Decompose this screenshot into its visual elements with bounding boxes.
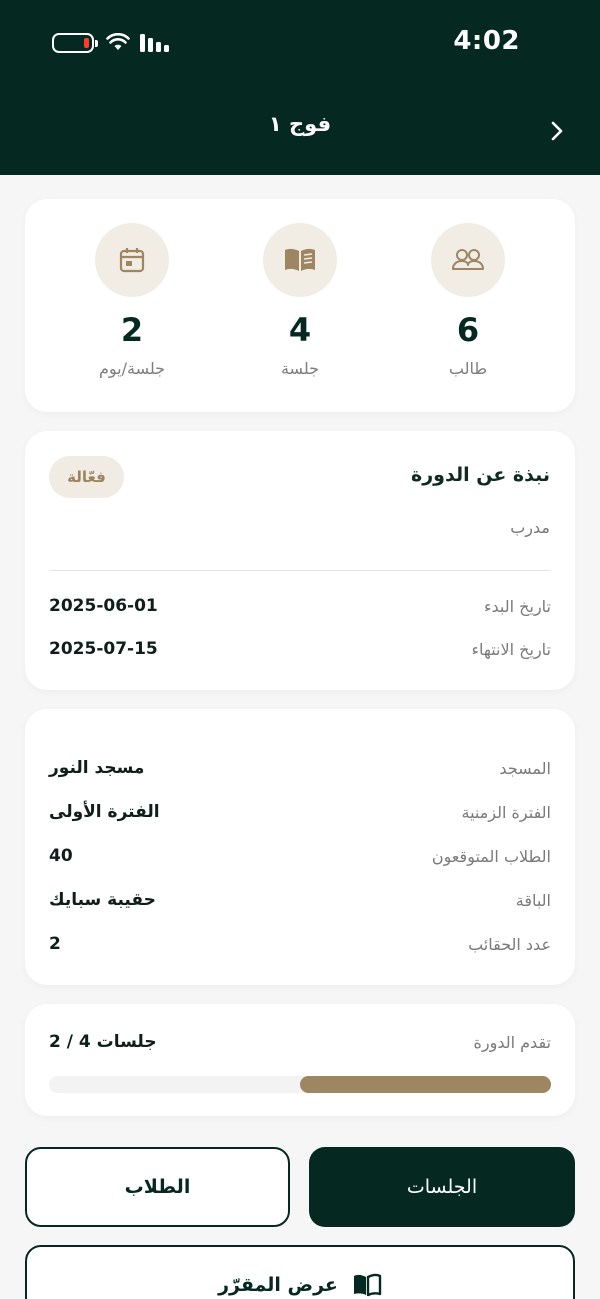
app-header: 4:02 فوج ١	[0, 0, 600, 175]
trainer-label: مدرب	[510, 518, 550, 537]
calendar-icon	[95, 223, 169, 297]
detail-value: الفترة الأولى	[49, 802, 160, 822]
detail-row-package: حقيبة سبايك الباقة	[49, 888, 551, 912]
curriculum-label: عرض المقرّر	[218, 1274, 338, 1296]
view-curriculum-button[interactable]: عرض المقرّر	[25, 1245, 575, 1299]
stat-value: 2	[120, 311, 144, 349]
sessions-button[interactable]: الجلسات	[309, 1147, 575, 1227]
stat-value: 6	[456, 311, 480, 349]
progress-header: 2 / 4 جلسات تقدم الدورة	[49, 1030, 551, 1054]
stat-value: 4	[288, 311, 312, 349]
stat-students: 6 طالب	[398, 223, 538, 378]
students-button[interactable]: الطلاب	[25, 1147, 290, 1227]
detail-row-expected-students: 40 الطلاب المتوقعون	[49, 844, 551, 868]
section-title: نبذة عن الدورة	[411, 464, 550, 486]
start-date-value: 2025-06-01	[49, 596, 158, 616]
stat-label: جلسة	[280, 359, 320, 378]
wifi-icon	[106, 33, 130, 50]
progress-fill	[300, 1076, 551, 1093]
detail-label: عدد الحقائب	[468, 934, 551, 954]
detail-row-mosque: مسجد النور المسجد	[49, 756, 551, 780]
details-card: مسجد النور المسجد الفترة الأولى الفترة ا…	[25, 709, 575, 985]
progress-card: 2 / 4 جلسات تقدم الدورة	[25, 1004, 575, 1116]
battery-level	[84, 38, 89, 48]
book-icon	[263, 223, 337, 297]
about-card: نبذة عن الدورة فعّالة مدرب 2025-06-01 تا…	[25, 431, 575, 690]
detail-row-period: الفترة الأولى الفترة الزمنية	[49, 800, 551, 824]
end-date-label: تاريخ الانتهاء	[471, 639, 551, 659]
stats-card: 6 طالب 4 جلسة 2 جلسة/يوم	[25, 199, 575, 412]
progress-bar	[49, 1076, 551, 1093]
progress-label: تقدم الدورة	[473, 1032, 552, 1052]
progress-value: 2 / 4 جلسات	[49, 1032, 157, 1052]
stat-label: جلسة/يوم	[98, 359, 166, 378]
end-date-row: 2025-07-15 تاريخ الانتهاء	[49, 637, 551, 661]
divider	[49, 570, 551, 571]
stat-sessions: 4 جلسة	[230, 223, 370, 378]
detail-label: الطلاب المتوقعون	[431, 846, 551, 866]
start-date-label: تاريخ البدء	[484, 596, 551, 616]
status-badge: فعّالة	[49, 456, 124, 498]
signal-icon	[140, 34, 169, 52]
stat-sessions-per-day: 2 جلسة/يوم	[62, 223, 202, 378]
chevron-right-icon	[551, 121, 563, 141]
back-button[interactable]	[540, 114, 574, 148]
book-open-icon	[353, 1273, 382, 1297]
stat-label: طالب	[448, 359, 488, 378]
detail-row-bag-count: 2 عدد الحقائب	[49, 932, 551, 956]
detail-label: الفترة الزمنية	[461, 802, 552, 822]
status-time: 4:02	[453, 26, 520, 56]
status-bar: 4:02	[0, 0, 600, 90]
start-date-row: 2025-06-01 تاريخ البدء	[49, 594, 551, 618]
detail-value: 2	[49, 934, 61, 954]
page-title: فوج ١	[268, 112, 332, 136]
battery-icon	[52, 33, 98, 53]
detail-value: 40	[49, 846, 73, 866]
detail-value: مسجد النور	[49, 758, 145, 778]
detail-value: حقيبة سبايك	[49, 890, 156, 910]
detail-label: الباقة	[515, 890, 551, 910]
detail-label: المسجد	[499, 758, 551, 778]
end-date-value: 2025-07-15	[49, 639, 158, 659]
users-icon	[431, 223, 505, 297]
